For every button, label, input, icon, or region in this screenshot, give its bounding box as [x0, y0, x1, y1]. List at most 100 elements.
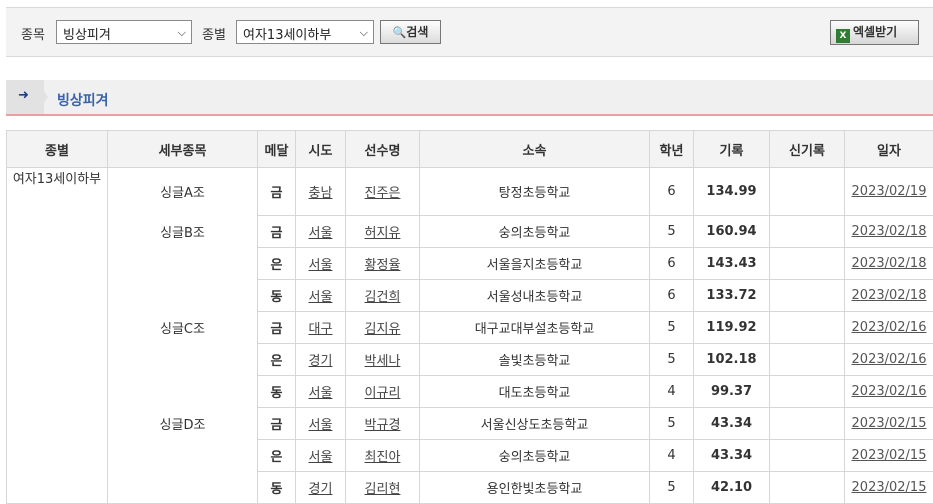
- cell-region[interactable]: 충남: [296, 168, 346, 216]
- athlete-link[interactable]: 김건희: [365, 290, 401, 305]
- date-link[interactable]: 2023/02/18: [852, 256, 927, 271]
- cell-name[interactable]: 김건희: [346, 279, 420, 311]
- date-link[interactable]: 2023/02/15: [852, 448, 927, 463]
- date-link[interactable]: 2023/02/16: [852, 384, 927, 399]
- region-link[interactable]: 서울: [309, 386, 333, 401]
- cell-new-record: [770, 375, 845, 407]
- cell-new-record: [770, 215, 845, 247]
- region-link[interactable]: 충남: [309, 186, 333, 201]
- cell-record: 160.94: [694, 215, 770, 247]
- region-link[interactable]: 서울: [309, 258, 333, 273]
- table-row: 동 서울 김건희 서울성내초등학교 6 133.72 2023/02/18: [7, 279, 933, 311]
- event-select[interactable]: 빙상피겨 ⌵: [56, 20, 192, 44]
- cell-name[interactable]: 진주은: [346, 168, 420, 216]
- athlete-link[interactable]: 김지유: [365, 322, 401, 337]
- athlete-link[interactable]: 이규리: [365, 386, 401, 401]
- arrow-right-icon: ➜: [18, 88, 29, 103]
- cell-new-record: [770, 471, 845, 504]
- cell-name[interactable]: 박세나: [346, 343, 420, 375]
- athlete-link[interactable]: 김리현: [365, 482, 401, 497]
- cell-name[interactable]: 김리현: [346, 471, 420, 504]
- region-link[interactable]: 대구: [309, 322, 333, 337]
- table-row: 동 서울 이규리 대도초등학교 4 99.37 2023/02/16: [7, 375, 933, 407]
- date-link[interactable]: 2023/02/15: [852, 480, 927, 495]
- date-link[interactable]: 2023/02/15: [852, 416, 927, 431]
- date-link[interactable]: 2023/02/16: [852, 352, 927, 367]
- search-icon: 🔍: [393, 26, 407, 39]
- cell-date[interactable]: 2023/02/15: [845, 439, 933, 471]
- cell-region[interactable]: 서울: [296, 279, 346, 311]
- date-link[interactable]: 2023/02/16: [852, 320, 927, 335]
- athlete-link[interactable]: 허지유: [365, 226, 401, 241]
- athlete-link[interactable]: 최진아: [365, 450, 401, 465]
- cell-date[interactable]: 2023/02/15: [845, 407, 933, 439]
- cell-category: [7, 471, 108, 504]
- cell-category: [7, 311, 108, 343]
- search-bar: 종목 빙상피겨 ⌵ 종별 여자13세이하부 ⌵ 🔍검색 X엑셀받기: [6, 7, 933, 57]
- cell-date[interactable]: 2023/02/19: [845, 168, 933, 216]
- cell-name[interactable]: 최진아: [346, 439, 420, 471]
- cell-date[interactable]: 2023/02/15: [845, 471, 933, 504]
- region-link[interactable]: 경기: [309, 482, 333, 497]
- cell-category: [7, 247, 108, 279]
- cell-region[interactable]: 서울: [296, 247, 346, 279]
- cell-new-record: [770, 247, 845, 279]
- cell-detail: [108, 439, 258, 471]
- cell-region[interactable]: 경기: [296, 471, 346, 504]
- region-link[interactable]: 경기: [309, 354, 333, 369]
- cell-name[interactable]: 황정율: [346, 247, 420, 279]
- category-label: 종별: [202, 24, 226, 43]
- cell-date[interactable]: 2023/02/18: [845, 279, 933, 311]
- cell-date[interactable]: 2023/02/16: [845, 375, 933, 407]
- cell-record: 42.10: [694, 471, 770, 504]
- cell-date[interactable]: 2023/02/18: [845, 247, 933, 279]
- table-row: 싱글B조 금 서울 허지유 숭의초등학교 5 160.94 2023/02/18: [7, 215, 933, 247]
- cell-name[interactable]: 박규경: [346, 407, 420, 439]
- cell-date[interactable]: 2023/02/18: [845, 215, 933, 247]
- cell-region[interactable]: 서울: [296, 439, 346, 471]
- search-button[interactable]: 🔍검색: [380, 20, 441, 44]
- cell-medal: 은: [258, 343, 296, 375]
- date-link[interactable]: 2023/02/18: [852, 288, 927, 303]
- cell-category: [7, 279, 108, 311]
- athlete-link[interactable]: 박세나: [365, 354, 401, 369]
- category-select[interactable]: 여자13세이하부 ⌵: [236, 20, 374, 44]
- region-link[interactable]: 서울: [309, 450, 333, 465]
- cell-region[interactable]: 경기: [296, 343, 346, 375]
- athlete-link[interactable]: 진주은: [365, 186, 401, 201]
- cell-detail: 싱글C조: [108, 311, 258, 343]
- table-row: 싱글C조 금 대구 김지유 대구교대부설초등학교 5 119.92 2023/0…: [7, 311, 933, 343]
- cell-record: 133.72: [694, 279, 770, 311]
- athlete-link[interactable]: 황정율: [365, 258, 401, 273]
- cell-region[interactable]: 서울: [296, 215, 346, 247]
- cell-detail: [108, 279, 258, 311]
- results-table: 종별 세부종목 메달 시도 선수명 소속 학년 기록 신기록 일자 여자13세이…: [6, 130, 933, 504]
- cell-region[interactable]: 서울: [296, 407, 346, 439]
- region-link[interactable]: 서울: [309, 290, 333, 305]
- excel-download-button[interactable]: X엑셀받기: [830, 20, 919, 45]
- cell-date[interactable]: 2023/02/16: [845, 343, 933, 375]
- cell-grade: 5: [650, 343, 694, 375]
- cell-name[interactable]: 허지유: [346, 215, 420, 247]
- cell-region[interactable]: 대구: [296, 311, 346, 343]
- cell-medal: 금: [258, 215, 296, 247]
- header-record: 기록: [694, 131, 770, 168]
- category-select-value: 여자13세이하부: [243, 28, 331, 43]
- date-link[interactable]: 2023/02/18: [852, 224, 927, 239]
- section-title: 빙상피겨: [57, 90, 109, 110]
- header-detail: 세부종목: [108, 131, 258, 168]
- date-link[interactable]: 2023/02/19: [852, 184, 927, 199]
- cell-region[interactable]: 서울: [296, 375, 346, 407]
- cell-category: [7, 375, 108, 407]
- cell-grade: 4: [650, 375, 694, 407]
- section-header: ➜ 빙상피겨: [6, 80, 933, 116]
- cell-date[interactable]: 2023/02/16: [845, 311, 933, 343]
- cell-name[interactable]: 김지유: [346, 311, 420, 343]
- cell-detail: [108, 343, 258, 375]
- region-link[interactable]: 서울: [309, 226, 333, 241]
- athlete-link[interactable]: 박규경: [365, 418, 401, 433]
- cell-medal: 금: [258, 407, 296, 439]
- cell-grade: 6: [650, 247, 694, 279]
- region-link[interactable]: 서울: [309, 418, 333, 433]
- cell-name[interactable]: 이규리: [346, 375, 420, 407]
